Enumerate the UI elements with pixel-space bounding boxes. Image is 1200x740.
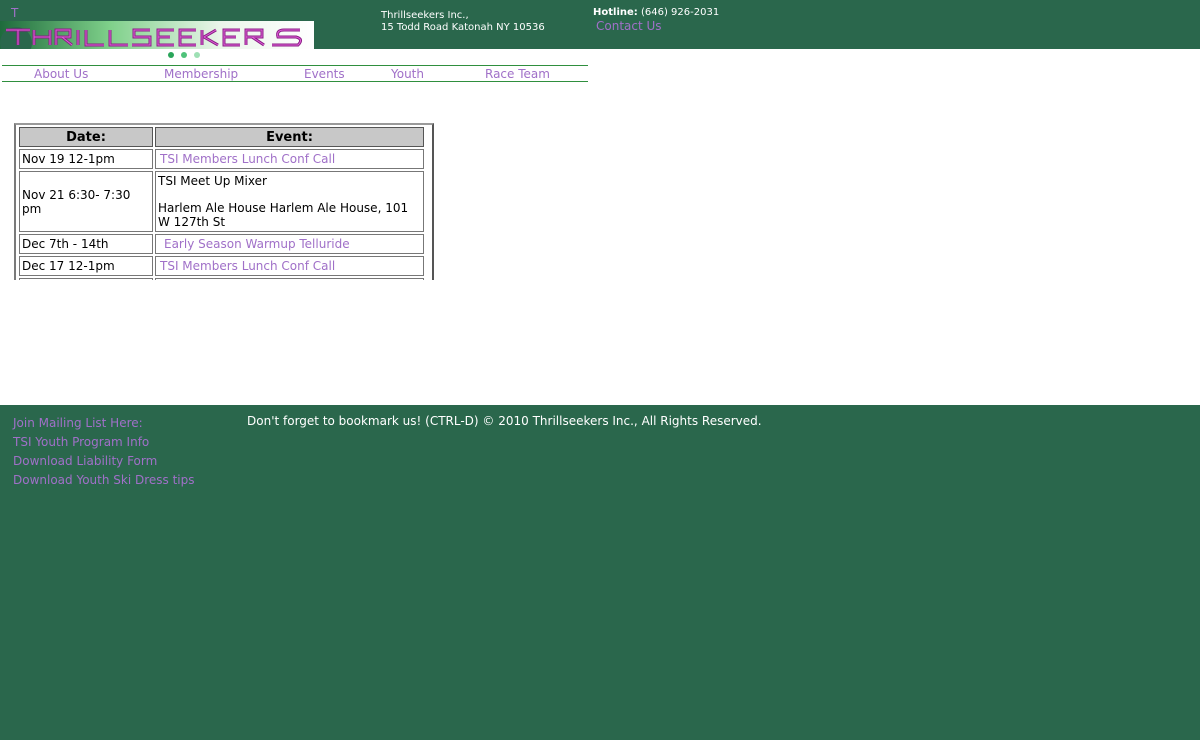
nav-membership[interactable]: Membership	[164, 67, 238, 81]
ski-dress-tips-link[interactable]: Download Youth Ski Dress tips	[13, 473, 195, 487]
event-link[interactable]: TSI Members Lunch Conf Call	[158, 152, 335, 166]
event-cell: TSI Members Lunch Conf Call	[155, 149, 424, 169]
event-date	[19, 278, 153, 280]
site-logo[interactable]	[0, 21, 314, 49]
table-row: Dec 17 12-1pm TSI Members Lunch Conf Cal…	[19, 256, 424, 276]
hotline-number: (646) 926-2031	[640, 7, 720, 18]
event-cell: TSI Members Lunch Conf Call	[155, 256, 424, 276]
date-column-header: Date:	[19, 127, 153, 147]
event-cell	[155, 278, 424, 280]
logo-graphic	[0, 21, 314, 49]
dot-3	[194, 52, 200, 58]
company-name: Thrillseekers Inc.,	[381, 10, 469, 21]
event-date: Nov 19 12-1pm	[19, 149, 153, 169]
events-header-row: Date: Event:	[19, 127, 424, 147]
event-cell: TSI Meet Up Mixer Harlem Ale House Harle…	[155, 171, 424, 232]
stray-text: T	[11, 6, 19, 20]
copyright-notice: Don't forget to bookmark us! (CTRL-D) © …	[247, 414, 762, 428]
hotline: Hotline: (646) 926-2031	[593, 7, 719, 18]
event-date: Dec 7th - 14th	[19, 234, 153, 254]
hotline-label: Hotline:	[593, 7, 638, 18]
table-row	[19, 278, 424, 280]
events-scroll-frame[interactable]: Date: Event: Nov 19 12-1pm TSI Members L…	[14, 123, 434, 280]
event-title: TSI Meet Up Mixer	[158, 174, 267, 188]
dot-1	[168, 52, 174, 58]
events-table: Date: Event: Nov 19 12-1pm TSI Members L…	[17, 125, 426, 280]
main-nav: About Us Membership Events Youth Race Te…	[2, 65, 588, 82]
nav-about-us[interactable]: About Us	[34, 67, 88, 81]
nav-race-team[interactable]: Race Team	[485, 67, 550, 81]
event-date: Dec 17 12-1pm	[19, 256, 153, 276]
table-row: Dec 7th - 14th Early Season Warmup Tellu…	[19, 234, 424, 254]
event-date: Nov 21 6:30- 7:30 pm	[19, 171, 153, 232]
nav-youth[interactable]: Youth	[391, 67, 424, 81]
main-content: About Us Membership Events Youth Race Te…	[0, 49, 1200, 405]
table-row: Nov 21 6:30- 7:30 pm TSI Meet Up Mixer H…	[19, 171, 424, 232]
event-link[interactable]: TSI Members Lunch Conf Call	[158, 259, 335, 273]
event-cell: Early Season Warmup Telluride	[155, 234, 424, 254]
table-row: Nov 19 12-1pm TSI Members Lunch Conf Cal…	[19, 149, 424, 169]
event-location: Harlem Ale House Harlem Ale House, 101 W…	[158, 201, 409, 229]
liability-form-link[interactable]: Download Liability Form	[13, 454, 157, 468]
mailing-list-link[interactable]: Join Mailing List Here:	[13, 416, 143, 430]
company-address: 15 Todd Road Katonah NY 10536	[381, 22, 545, 33]
dot-2	[181, 52, 187, 58]
event-link[interactable]: Early Season Warmup Telluride	[158, 237, 350, 251]
contact-us-link[interactable]: Contact Us	[596, 19, 662, 33]
nav-events[interactable]: Events	[304, 67, 345, 81]
youth-program-link[interactable]: TSI Youth Program Info	[13, 435, 149, 449]
site-header: T Thrillseekers Inc., 15 Todd Road Katon…	[0, 0, 1200, 49]
site-footer: Join Mailing List Here: TSI Youth Progra…	[0, 405, 1200, 740]
event-column-header: Event:	[155, 127, 424, 147]
